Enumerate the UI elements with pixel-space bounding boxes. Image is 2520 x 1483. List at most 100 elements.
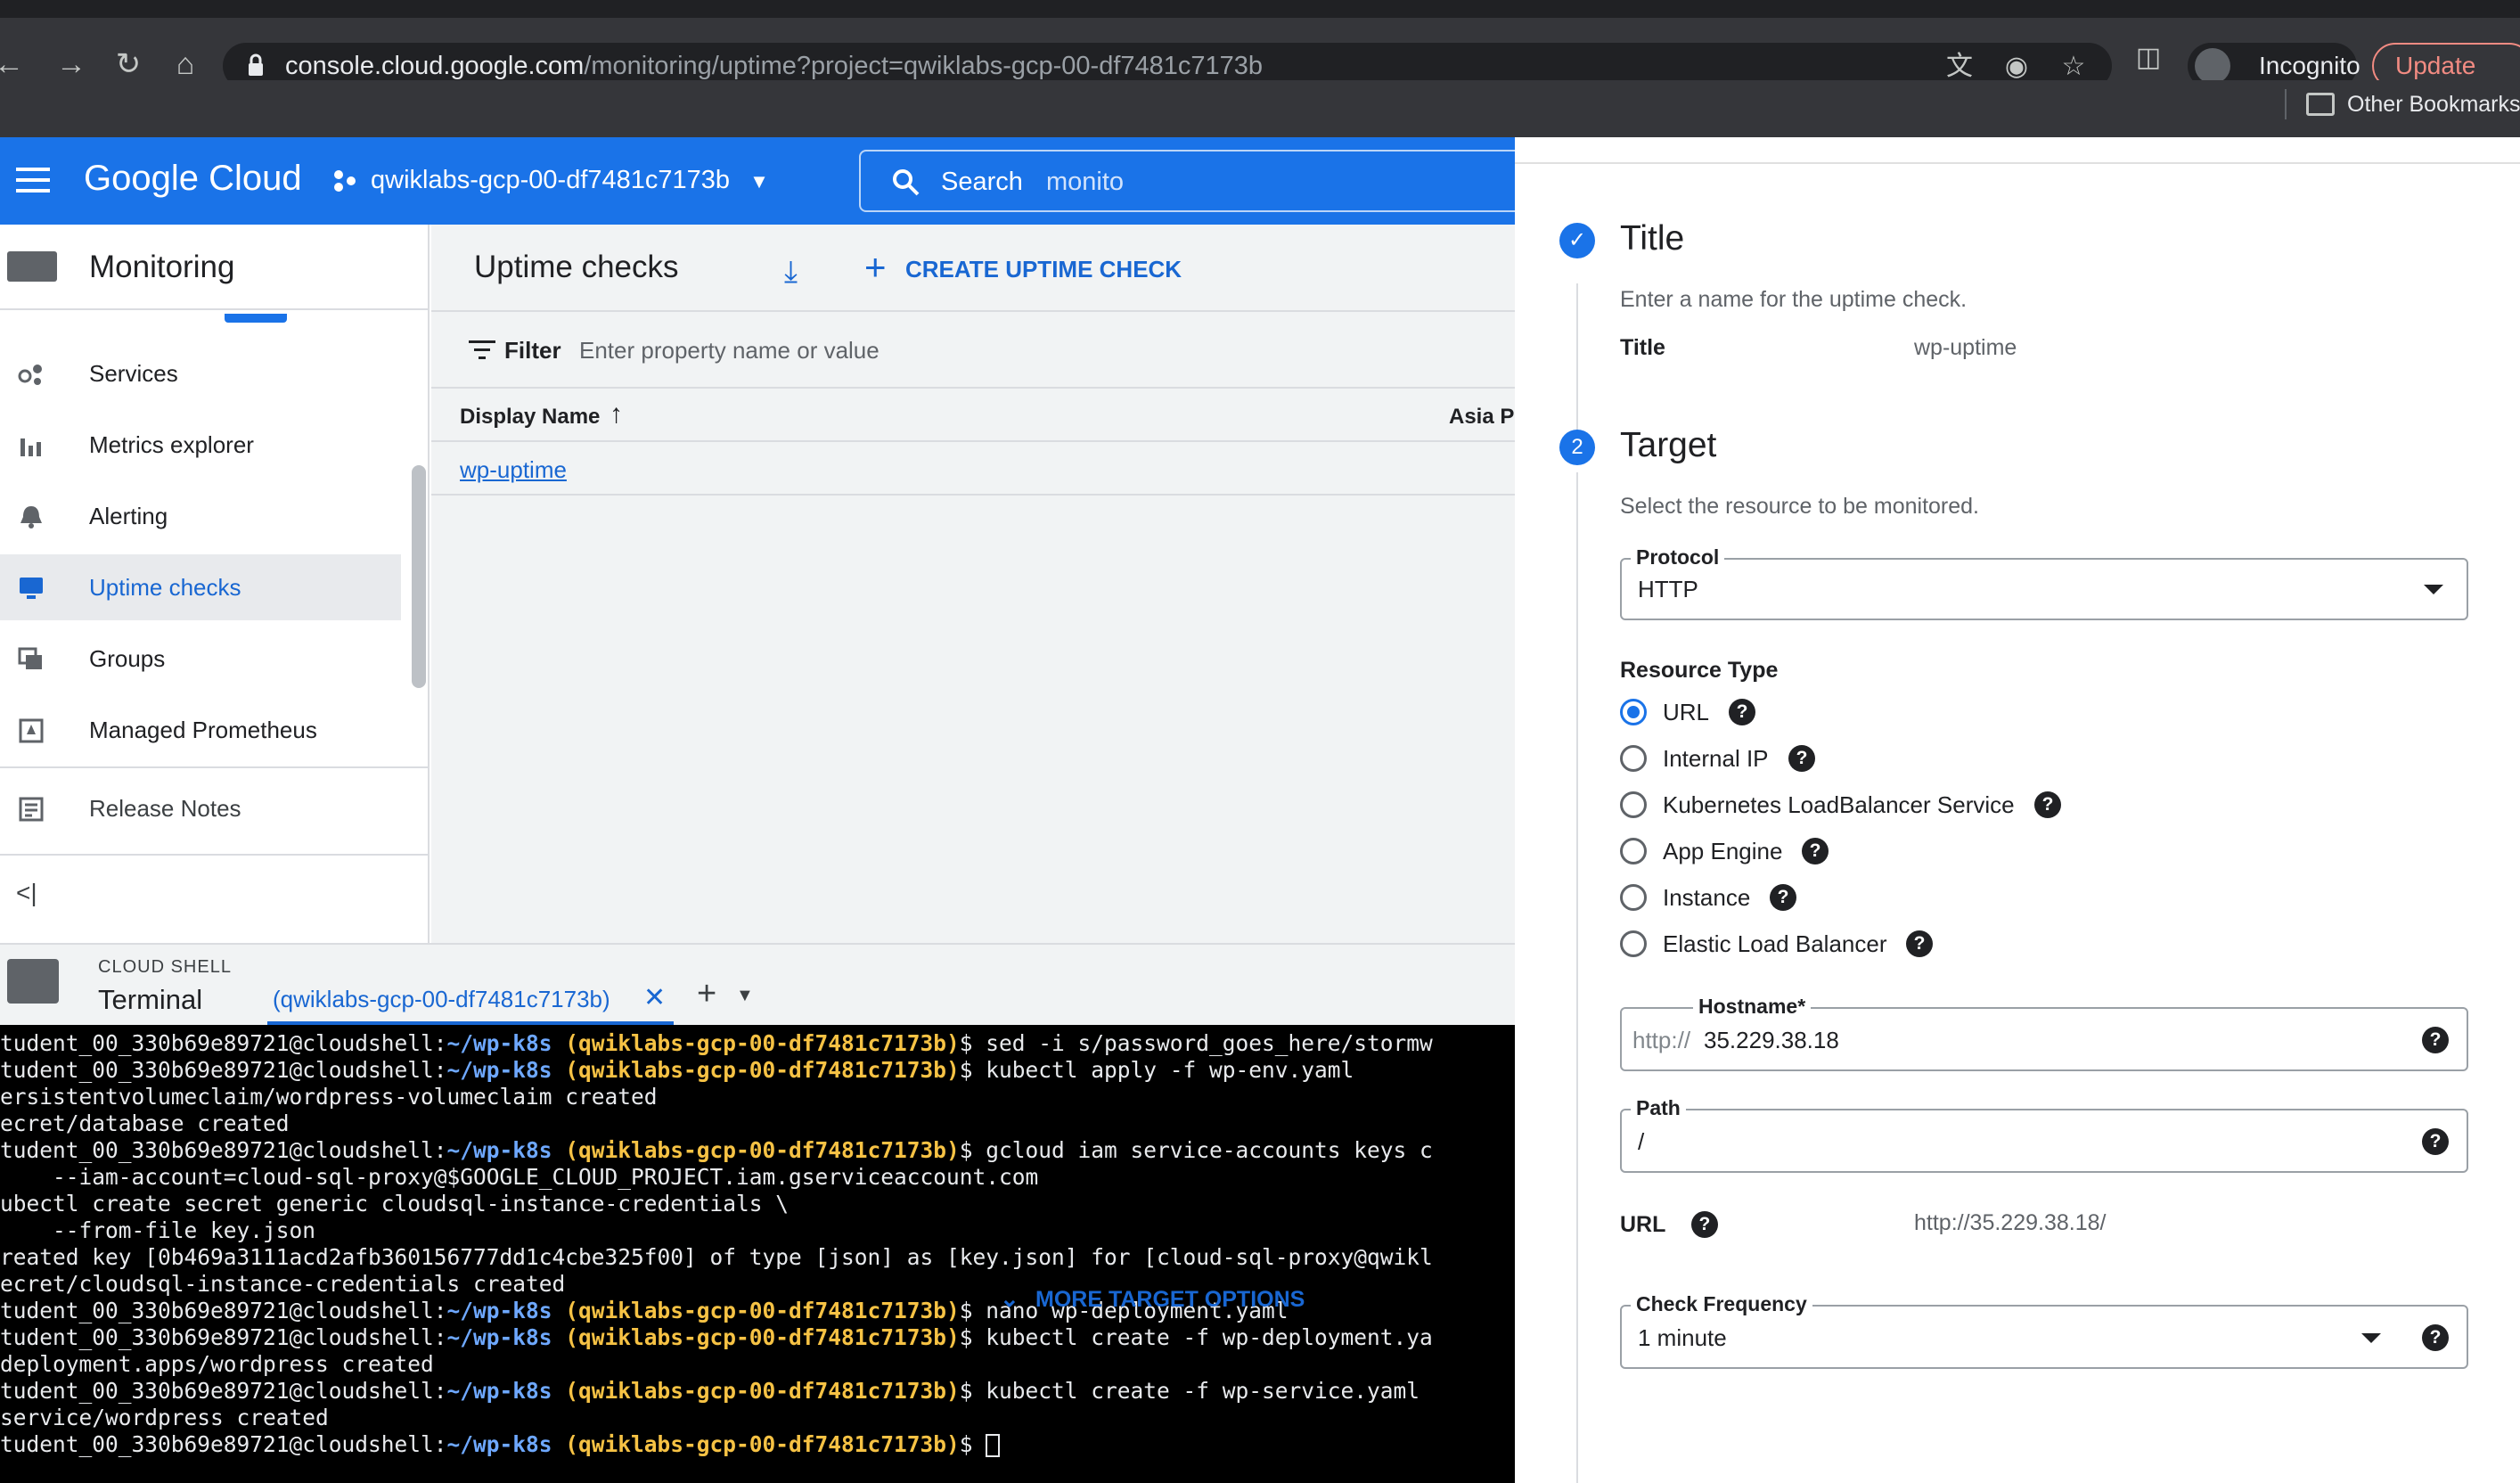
terminal-line: tudent_00_330b69e89721@cloudshell:~/wp-k… bbox=[0, 1030, 1433, 1057]
help-icon[interactable]: ? bbox=[2422, 1027, 2449, 1053]
menu-icon[interactable] bbox=[16, 168, 50, 194]
resource-type-label: App Engine bbox=[1663, 838, 1783, 864]
terminal-path: ~/wp-k8s bbox=[446, 1057, 552, 1083]
sort-arrow-up-icon[interactable]: ↑ bbox=[610, 399, 623, 430]
filter-bar: Filter Enter property name or value bbox=[431, 314, 1515, 389]
nav-item-groups[interactable]: Groups bbox=[0, 626, 401, 692]
terminal-user: tudent_00_330b69e89721@cloudshell: bbox=[0, 1431, 447, 1457]
path-value: / bbox=[1638, 1128, 1645, 1155]
terminal-cmd: $ gcloud iam service-accounts keys c bbox=[959, 1137, 1433, 1163]
terminal-line: ecret/database created bbox=[0, 1110, 290, 1136]
main-content: Uptime checks ⤓ + CREATE UPTIME CHECK Fi… bbox=[431, 225, 1526, 943]
radio-unselected-icon[interactable] bbox=[1620, 838, 1647, 864]
help-icon[interactable]: ? bbox=[1788, 745, 1815, 772]
terminal-line: tudent_00_330b69e89721@cloudshell:~/wp-k… bbox=[0, 1324, 1433, 1351]
check-frequency-value: 1 minute bbox=[1638, 1324, 1727, 1351]
help-icon[interactable]: ? bbox=[1690, 1211, 1718, 1238]
radio-unselected-icon[interactable] bbox=[1620, 884, 1647, 911]
cloud-shell-label: CLOUD SHELL bbox=[98, 957, 232, 977]
nav-item-managed-prometheus[interactable]: Managed Prometheus bbox=[0, 697, 401, 763]
panel-divider bbox=[1515, 162, 2520, 164]
terminal-path: ~/wp-k8s bbox=[446, 1378, 552, 1404]
nav-divider bbox=[0, 766, 428, 768]
hostname-field[interactable]: Hostname* http:// 35.229.38.18 ? bbox=[1620, 995, 2468, 1071]
add-tab-icon[interactable]: + bbox=[697, 975, 716, 1013]
filter-button[interactable]: Filter bbox=[469, 337, 561, 365]
help-icon[interactable]: ? bbox=[1802, 838, 1829, 864]
terminal-path: ~/wp-k8s bbox=[446, 1431, 552, 1457]
help-icon[interactable]: ? bbox=[1906, 930, 1933, 957]
close-icon[interactable]: ✕ bbox=[643, 982, 666, 1013]
monitor-icon bbox=[20, 578, 43, 599]
terminal-icon bbox=[7, 959, 59, 1004]
filter-label: Filter bbox=[504, 337, 561, 364]
terminal-path: ~/wp-k8s bbox=[446, 1030, 552, 1056]
chevron-down-icon: ⌄ bbox=[1000, 1285, 1019, 1312]
nav-item-metrics-explorer[interactable]: Metrics explorer bbox=[0, 412, 401, 478]
help-icon[interactable]: ? bbox=[2034, 791, 2061, 818]
title-field-label: Title bbox=[1620, 335, 1665, 360]
radio-unselected-icon[interactable] bbox=[1620, 791, 1647, 818]
nav-item-uptime-checks[interactable]: Uptime checks bbox=[0, 554, 401, 620]
nav-label: Services bbox=[89, 360, 178, 387]
lock-icon bbox=[249, 53, 263, 76]
nav-item-alerting[interactable]: Alerting bbox=[0, 483, 401, 549]
prometheus-icon bbox=[19, 718, 44, 743]
radio-unselected-icon[interactable] bbox=[1620, 930, 1647, 957]
collapse-nav-icon[interactable]: <| bbox=[16, 879, 37, 907]
google-cloud-logo[interactable]: Google Cloud bbox=[84, 159, 302, 199]
shell-tab[interactable]: (qwiklabs-gcp-00-df7481c7173b) bbox=[273, 986, 610, 1013]
star-icon[interactable]: ☆ bbox=[2058, 52, 2089, 82]
check-frequency-select[interactable]: Check Frequency 1 minute ? bbox=[1620, 1292, 2468, 1369]
help-icon[interactable]: ? bbox=[1770, 884, 1796, 911]
help-icon[interactable]: ? bbox=[1729, 699, 1755, 725]
terminal-cursor bbox=[986, 1434, 1001, 1457]
terminal-path: ~/wp-k8s bbox=[446, 1137, 552, 1163]
nav-item-services[interactable]: Services bbox=[0, 340, 401, 406]
terminal-line: tudent_00_330b69e89721@cloudshell:~/wp-k… bbox=[0, 1057, 1354, 1084]
table-header: Display Name ↑ Asia Pa bbox=[431, 390, 1526, 442]
nav-title-row: Monitoring bbox=[0, 225, 428, 310]
project-selector[interactable]: qwiklabs-gcp-00-df7481c7173b ▼ bbox=[331, 166, 769, 195]
terminal-line: reated key [0b469a3111acd2afb360156777dd… bbox=[0, 1244, 1433, 1270]
reload-icon[interactable]: ↻ bbox=[112, 48, 144, 80]
column-header-display-name[interactable]: Display Name bbox=[460, 405, 600, 430]
other-bookmarks[interactable]: Other Bookmarks bbox=[2306, 89, 2520, 119]
back-icon[interactable]: ← bbox=[0, 48, 25, 80]
resource-type-label: Instance bbox=[1663, 884, 1751, 911]
path-field[interactable]: Path / ? bbox=[1620, 1096, 2468, 1173]
more-target-options-button[interactable]: ⌄ MORE TARGET OPTIONS bbox=[1000, 1285, 1305, 1313]
search-input[interactable]: Search monito bbox=[859, 150, 1554, 212]
terminal-cmd: $ kubectl apply -f wp-env.yaml bbox=[959, 1057, 1354, 1083]
chevron-down-icon[interactable]: ▼ bbox=[736, 986, 754, 1006]
terminal[interactable]: tudent_00_330b69e89721@cloudshell:~/wp-k… bbox=[0, 1025, 1515, 1483]
download-icon[interactable]: ⤓ bbox=[784, 255, 816, 289]
uptime-check-link[interactable]: wp-uptime bbox=[460, 456, 567, 484]
bar-chart-icon bbox=[20, 438, 41, 456]
side-panel-icon[interactable]: ◫ bbox=[2133, 43, 2164, 73]
search-value: monito bbox=[1046, 168, 1125, 196]
terminal-label: Terminal bbox=[98, 984, 203, 1015]
more-target-options-label: MORE TARGET OPTIONS bbox=[1035, 1287, 1305, 1312]
home-icon[interactable]: ⌂ bbox=[169, 48, 201, 80]
help-icon[interactable]: ? bbox=[2422, 1128, 2449, 1155]
nav-scrollbar[interactable] bbox=[412, 465, 426, 688]
project-name: qwiklabs-gcp-00-df7481c7173b bbox=[371, 166, 731, 194]
eye-icon[interactable]: ◉ bbox=[2001, 52, 2032, 82]
nav-label: Groups bbox=[89, 645, 166, 672]
translate-icon[interactable]: 文 bbox=[1944, 52, 1975, 82]
protocol-select[interactable]: Protocol HTTP bbox=[1620, 545, 2468, 620]
radio-unselected-icon[interactable] bbox=[1620, 745, 1647, 772]
filter-input[interactable]: Enter property name or value bbox=[579, 337, 880, 365]
terminal-user: tudent_00_330b69e89721@cloudshell: bbox=[0, 1324, 447, 1350]
nav-item-release-notes[interactable]: Release Notes bbox=[0, 775, 401, 841]
forward-icon[interactable]: → bbox=[55, 48, 87, 80]
create-uptime-check-button[interactable]: + CREATE UPTIME CHECK bbox=[861, 249, 1182, 287]
incognito-label: Incognito bbox=[2259, 52, 2360, 79]
radio-selected-icon[interactable] bbox=[1620, 699, 1647, 725]
title-field-value[interactable]: wp-uptime bbox=[1914, 335, 2017, 361]
nav-label: Release Notes bbox=[89, 795, 241, 822]
other-bookmarks-label: Other Bookmarks bbox=[2347, 92, 2520, 117]
help-icon[interactable]: ? bbox=[2422, 1324, 2449, 1351]
hostname-label: Hostname* bbox=[1693, 995, 1812, 1019]
